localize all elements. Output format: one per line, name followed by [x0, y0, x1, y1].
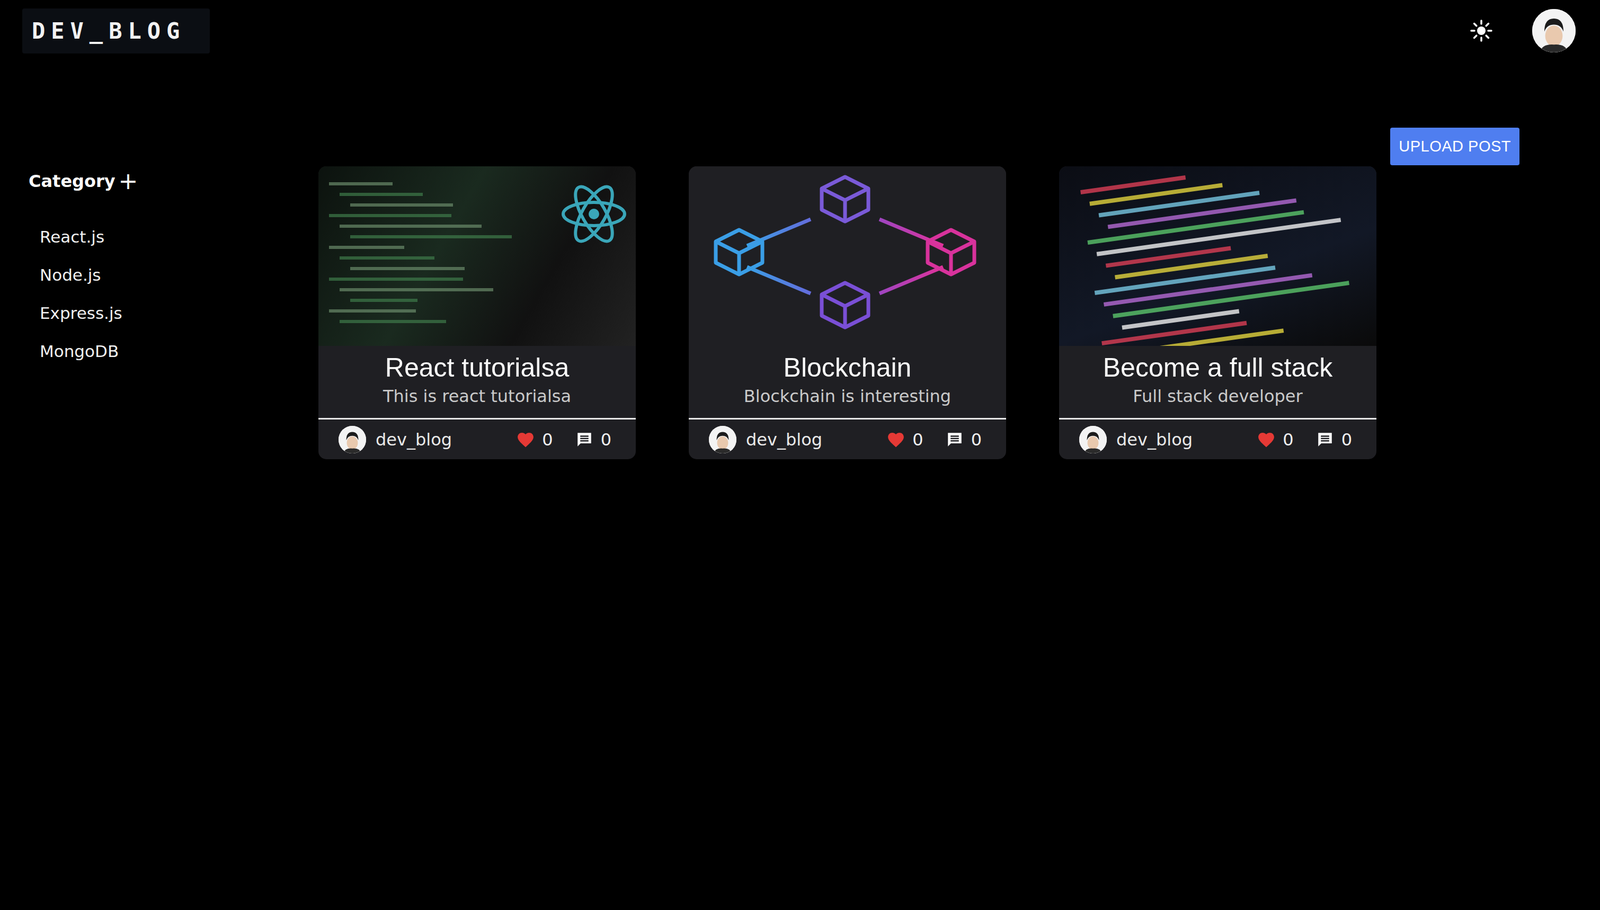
like-count: 0	[541, 429, 553, 450]
comment-count: 0	[600, 429, 612, 450]
code-photo	[1059, 166, 1377, 346]
avatar-icon	[708, 425, 737, 454]
post-card[interactable]: Become a full stackFull stack developer d…	[1059, 166, 1377, 460]
heart-icon[interactable]	[516, 431, 535, 449]
post-card[interactable]: React tutorialsaThis is react tutorialsa…	[318, 166, 636, 460]
category-list: React.js Node.js Express.js MongoDB	[28, 227, 319, 361]
post-image	[688, 166, 1007, 346]
header-actions	[1468, 9, 1576, 53]
post-list: React tutorialsaThis is react tutorialsa…	[318, 166, 1520, 460]
post-image	[1059, 166, 1377, 346]
add-category-button[interactable]: +	[118, 169, 139, 193]
avatar[interactable]	[1532, 9, 1576, 53]
comment-count: 0	[1341, 429, 1353, 450]
post-body: Become a full stackFull stack developer	[1059, 345, 1377, 419]
like-count: 0	[912, 429, 923, 450]
category-item[interactable]: React.js	[39, 227, 319, 246]
author-avatar	[708, 425, 737, 454]
main: Category+ React.js Node.js Express.js MongoD…	[0, 61, 1600, 460]
upload-post-button[interactable]: UPLOAD POST	[1390, 127, 1520, 166]
post-body: React tutorialsaThis is react tutorialsa	[318, 345, 636, 419]
post-subtitle: Full stack developer	[1066, 386, 1370, 407]
content: UPLOAD POST React tutorialsaThis is react…	[318, 61, 1600, 460]
post-author[interactable]: dev_blog	[1079, 425, 1193, 454]
post-title[interactable]: Blockchain	[696, 351, 999, 385]
post-card[interactable]: BlockchainBlockchain is interesting dev_b…	[688, 166, 1007, 460]
avatar-icon	[1532, 9, 1576, 53]
category-item[interactable]: Express.js	[39, 304, 319, 323]
comment-icon[interactable]	[945, 430, 964, 449]
category-header: Category+	[28, 169, 319, 193]
sun-icon[interactable]	[1468, 18, 1495, 44]
logo[interactable]: DEV_BLOG	[22, 8, 210, 54]
post-body: BlockchainBlockchain is interesting	[688, 345, 1007, 419]
post-footer: dev_blog00	[688, 418, 1007, 460]
author-name: dev_blog	[745, 429, 823, 450]
sidebar: Category+ React.js Node.js Express.js MongoD…	[0, 61, 319, 460]
toolbar: UPLOAD POST	[318, 127, 1520, 166]
header: DEV_BLOG	[0, 0, 1600, 62]
comment-icon[interactable]	[1316, 430, 1335, 449]
author-name: dev_blog	[1116, 429, 1193, 450]
comment-icon[interactable]	[575, 430, 594, 449]
category-item[interactable]: MongoDB	[39, 342, 319, 361]
post-title[interactable]: Become a full stack	[1066, 351, 1370, 385]
post-title[interactable]: React tutorialsa	[325, 351, 629, 385]
post-author[interactable]: dev_blog	[338, 425, 452, 454]
category-item[interactable]: Node.js	[39, 265, 319, 284]
blockchain-illustration	[688, 166, 1007, 346]
author-avatar	[338, 425, 367, 454]
post-footer: dev_blog00	[1059, 418, 1377, 460]
post-image	[318, 166, 636, 346]
avatar-icon	[338, 425, 367, 454]
heart-icon[interactable]	[1257, 431, 1276, 449]
comment-count: 0	[971, 429, 982, 450]
like-count: 0	[1282, 429, 1294, 450]
post-subtitle: This is react tutorialsa	[325, 386, 629, 407]
post-stats: 00	[516, 429, 612, 450]
author-name: dev_blog	[375, 429, 452, 450]
post-author[interactable]: dev_blog	[708, 425, 823, 454]
post-footer: dev_blog00	[318, 418, 636, 460]
code-photo	[318, 166, 636, 346]
category-title: Category	[28, 171, 116, 192]
avatar-icon	[1079, 425, 1107, 454]
author-avatar	[1079, 425, 1107, 454]
post-stats: 00	[1257, 429, 1353, 450]
post-stats: 00	[886, 429, 982, 450]
heart-icon[interactable]	[886, 431, 905, 449]
post-subtitle: Blockchain is interesting	[696, 386, 999, 407]
